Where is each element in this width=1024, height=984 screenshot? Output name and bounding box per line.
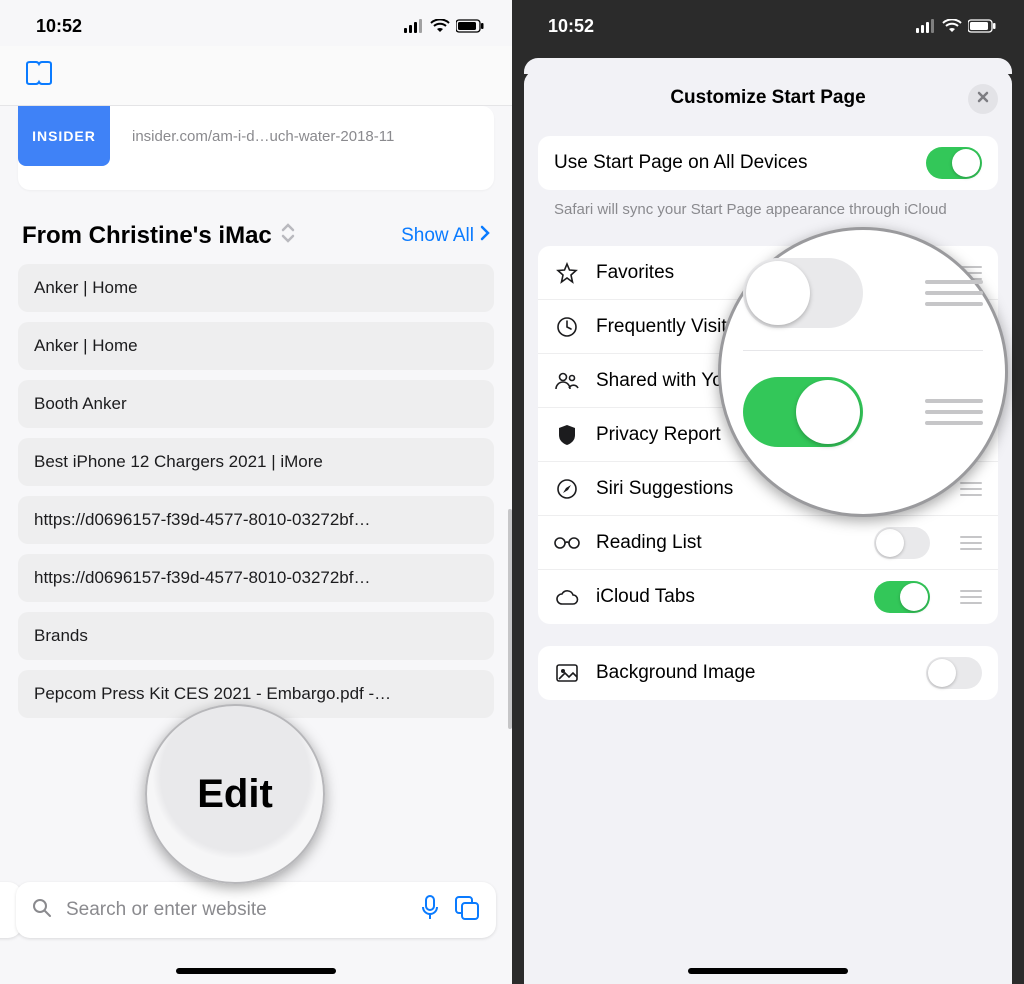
search-icon <box>32 898 52 923</box>
bg-toggle[interactable] <box>926 657 982 689</box>
status-icons <box>916 19 996 33</box>
shield-icon <box>554 423 580 447</box>
status-icons <box>404 19 484 33</box>
icloud-toggle[interactable] <box>874 581 930 613</box>
cloud-icon <box>554 588 580 606</box>
sync-row[interactable]: Use Start Page on All Devices <box>538 136 998 190</box>
zoom-shared-row <box>743 377 983 469</box>
toggles-magnified <box>718 227 1008 517</box>
tab-item[interactable]: Anker | Home <box>18 264 494 312</box>
insider-badge: INSIDER <box>18 106 110 166</box>
drag-handle-icon[interactable] <box>960 536 982 550</box>
cellular-icon <box>404 19 424 33</box>
battery-icon <box>968 19 996 33</box>
image-icon <box>554 663 580 683</box>
wifi-icon <box>430 19 450 33</box>
tab-item[interactable]: Best iPhone 12 Chargers 2021 | iMore <box>18 438 494 486</box>
tab-item[interactable]: https://d0696157-f39d-4577-8010-03272bf… <box>18 554 494 602</box>
section-header: From Christine's iMac Show All <box>0 190 512 264</box>
section-title[interactable]: From Christine's iMac <box>22 222 296 250</box>
address-placeholder: Search or enter website <box>66 899 406 921</box>
right-screenshot: 10:52 Customize Start Page <box>512 0 1024 984</box>
tab-item[interactable]: Brands <box>18 612 494 660</box>
safari-toolbar <box>0 46 512 106</box>
edit-button-magnified[interactable]: Edit <box>145 704 325 884</box>
sync-note: Safari will sync your Start Page appeara… <box>524 190 1012 236</box>
icloud-row[interactable]: iCloud Tabs <box>538 570 998 624</box>
battery-icon <box>456 19 484 33</box>
home-indicator[interactable] <box>688 968 848 974</box>
address-bar[interactable]: Search or enter website <box>16 882 496 938</box>
sync-label: Use Start Page on All Devices <box>554 152 910 174</box>
people-icon <box>554 371 580 391</box>
home-indicator[interactable] <box>176 968 336 974</box>
cellular-icon <box>916 19 936 33</box>
close-button[interactable] <box>968 84 998 114</box>
wifi-icon <box>942 19 962 33</box>
tab-item[interactable]: https://d0696157-f39d-4577-8010-03272bf… <box>18 496 494 544</box>
status-bar: 10:52 <box>512 0 1024 46</box>
tab-item[interactable]: Booth Anker <box>18 380 494 428</box>
chevron-right-icon <box>480 225 490 247</box>
drag-handle-icon[interactable] <box>960 482 982 496</box>
bg-group: Background Image <box>538 646 998 700</box>
sync-toggle[interactable] <box>926 147 982 179</box>
status-time: 10:52 <box>36 16 82 37</box>
left-screenshot: 10:52 INSIDER insider.com/am-i-d…uch-wat… <box>0 0 512 984</box>
customize-sheet: Customize Start Page Use Start Page on A… <box>524 70 1012 984</box>
show-all-text: Show All <box>401 225 474 247</box>
section-title-text: From Christine's iMac <box>22 222 272 250</box>
tabs-icon[interactable] <box>454 895 480 926</box>
icloud-tabs-list: Anker | Home Anker | Home Booth Anker Be… <box>0 264 512 718</box>
reading-label: Reading List <box>596 532 858 554</box>
freq-toggle-zoom[interactable] <box>743 258 863 328</box>
sort-chevron-icon <box>280 222 296 250</box>
reading-row[interactable]: Reading List <box>538 516 998 570</box>
tab-item[interactable]: Anker | Home <box>18 322 494 370</box>
insider-card[interactable]: INSIDER insider.com/am-i-d…uch-water-201… <box>18 106 494 190</box>
bg-label: Background Image <box>596 662 910 684</box>
drag-handle-icon[interactable] <box>925 280 983 306</box>
sync-group: Use Start Page on All Devices <box>538 136 998 190</box>
drag-handle-icon[interactable] <box>925 399 983 425</box>
status-time: 10:52 <box>548 16 594 37</box>
show-all-link[interactable]: Show All <box>401 225 490 247</box>
clock-icon <box>554 316 580 338</box>
mic-icon[interactable] <box>420 895 440 926</box>
insider-url: insider.com/am-i-d…uch-water-2018-11 <box>132 128 394 145</box>
shared-toggle-zoom[interactable] <box>743 377 863 447</box>
bookmarks-icon[interactable] <box>24 60 54 91</box>
close-icon <box>977 90 989 108</box>
status-bar: 10:52 <box>0 0 512 46</box>
sheet-header: Customize Start Page <box>524 70 1012 126</box>
icloud-label: iCloud Tabs <box>596 586 858 608</box>
drag-handle-icon[interactable] <box>960 590 982 604</box>
zoom-freq-row <box>743 258 983 351</box>
edit-label: Edit <box>197 772 273 817</box>
star-icon <box>554 262 580 284</box>
sheet-title: Customize Start Page <box>670 87 865 109</box>
bg-row[interactable]: Background Image <box>538 646 998 700</box>
reading-toggle[interactable] <box>874 527 930 559</box>
compass-icon <box>554 478 580 500</box>
glasses-icon <box>554 536 580 550</box>
